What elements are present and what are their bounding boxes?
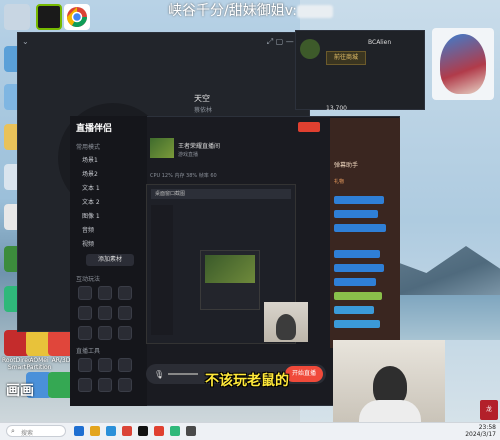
- system-clock[interactable]: 23:58 2024/3/17: [465, 424, 496, 438]
- sidebar-item[interactable]: 音频: [82, 226, 94, 236]
- avatar-card: [432, 28, 494, 100]
- feature-tile[interactable]: [118, 286, 132, 300]
- corner-logo: 龙: [480, 400, 498, 420]
- start-live-button[interactable]: 开始直播: [285, 366, 323, 382]
- blurred-contact: [296, 4, 333, 18]
- chat-message: [334, 306, 374, 314]
- feature-tile[interactable]: [98, 326, 112, 340]
- tool-tile[interactable]: [98, 358, 112, 372]
- chrome-taskbar-icon[interactable]: [122, 426, 132, 436]
- person-shirt: [359, 400, 421, 424]
- webcam-preview-small: [264, 302, 308, 342]
- shop-button[interactable]: 前往商城: [326, 51, 366, 65]
- bottom-stats: CPU 12% 内存 38% 帧率 60: [150, 173, 217, 179]
- chat-message: [334, 196, 384, 204]
- chat-message: [334, 264, 384, 272]
- desktop-shortcut-icon[interactable]: [4, 4, 30, 30]
- wechat-taskbar-icon[interactable]: [170, 426, 180, 436]
- mic-icon[interactable]: 🎙: [154, 370, 164, 379]
- avatar-image: [440, 34, 486, 94]
- feature-tile[interactable]: [78, 306, 92, 320]
- feature-tile[interactable]: [118, 326, 132, 340]
- webcam-feed: [333, 340, 445, 424]
- nested-sidebar: [151, 205, 173, 335]
- sidebar-item[interactable]: 视频: [82, 240, 94, 250]
- edge-taskbar-icon[interactable]: [106, 426, 116, 436]
- chat-message: [334, 292, 382, 300]
- volume-slider[interactable]: [168, 373, 198, 375]
- app-taskbar-icon[interactable]: [138, 426, 148, 436]
- chat-message: [334, 278, 376, 286]
- chat-message: [334, 210, 378, 218]
- subtitle-text: 不该玩老鼠的: [205, 373, 289, 389]
- chat-message: [334, 250, 380, 258]
- scene-title: 王者荣耀直播间: [178, 143, 221, 150]
- chat-message: [334, 320, 380, 328]
- username: BCAlien: [368, 39, 392, 46]
- chrome-icon[interactable]: [64, 4, 90, 30]
- nvidia-icon[interactable]: [36, 4, 62, 30]
- feature-tile[interactable]: [98, 306, 112, 320]
- scene-thumbnail[interactable]: [150, 138, 174, 158]
- nested-screenshot-inner: [200, 250, 260, 310]
- section-title: 直播工具: [76, 348, 101, 355]
- sidebar-item[interactable]: 场景2: [82, 170, 98, 180]
- studio-taskbar-icon[interactable]: [154, 426, 164, 436]
- brand-watermark: 画画: [6, 383, 34, 399]
- chat-tab[interactable]: 礼物: [334, 178, 344, 185]
- clock-date: 2024/3/17: [465, 431, 496, 438]
- record-button[interactable]: [298, 122, 320, 132]
- chat-header: 弹幕助手: [334, 162, 359, 169]
- chat-panel[interactable]: 弹幕助手 礼物: [330, 118, 400, 348]
- search-placeholder: 搜索: [21, 430, 34, 437]
- marquee-text: 峡谷千分/甜妹御姐v:: [168, 0, 333, 22]
- taskbar-search[interactable]: ⌕ 搜索: [6, 425, 66, 437]
- sidebar-item[interactable]: 文本 1: [82, 184, 100, 194]
- tool-tile[interactable]: [118, 358, 132, 372]
- feature-tile[interactable]: [98, 286, 112, 300]
- sidebar-item[interactable]: 图像 1: [82, 212, 100, 222]
- explorer-icon[interactable]: [90, 426, 100, 436]
- studio-sidebar: 直播伴侣 常用模式 场景1 场景2 文本 1 文本 2 图像 1 音频 视频 添…: [70, 116, 147, 406]
- stat-value: 13,700: [326, 105, 347, 112]
- chat-message: [334, 224, 386, 232]
- sidebar-item[interactable]: 场景1: [82, 156, 98, 166]
- feature-tile[interactable]: [78, 326, 92, 340]
- tool-tile[interactable]: [78, 378, 92, 392]
- studio-logo: 直播伴侣: [76, 124, 113, 134]
- tool-tile[interactable]: [118, 378, 132, 392]
- song-title: 天空: [194, 94, 210, 103]
- scene-sub: 游戏直播: [178, 152, 199, 158]
- start-icon[interactable]: [74, 426, 84, 436]
- music-taskbar-icon[interactable]: [186, 426, 196, 436]
- add-source-button[interactable]: 添加素材: [86, 254, 134, 266]
- song-artist: 蔡依林: [194, 107, 213, 114]
- section-title: 互动玩法: [76, 276, 101, 283]
- game-client-window[interactable]: 前往商城 BCAlien 13,700: [295, 30, 425, 112]
- feature-tile[interactable]: [118, 306, 132, 320]
- search-icon: ⌕: [11, 427, 15, 435]
- tool-tile[interactable]: [78, 358, 92, 372]
- clock-time: 23:58: [478, 424, 496, 431]
- feature-tile[interactable]: [78, 286, 92, 300]
- collapse-icon[interactable]: ⌄: [22, 37, 29, 46]
- avatar: [300, 39, 320, 59]
- nested-title: 桌面窗口截图: [151, 189, 291, 199]
- game-preview: [205, 255, 255, 283]
- sidebar-item[interactable]: 文本 2: [82, 198, 100, 208]
- person-silhouette: [276, 314, 296, 340]
- tool-tile[interactable]: [98, 378, 112, 392]
- sidebar-header[interactable]: 常用模式: [76, 142, 100, 151]
